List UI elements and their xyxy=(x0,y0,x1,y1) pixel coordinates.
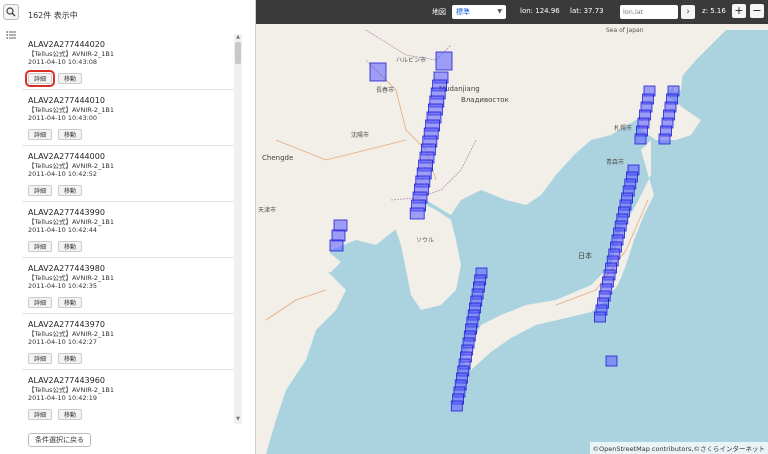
footprint-polygon[interactable] xyxy=(435,51,453,71)
label-shenyang: 沈陽市 xyxy=(351,131,369,139)
back-to-conditions-button[interactable]: 条件選択に戻る xyxy=(28,433,91,447)
label-sapporo: 札幌市 xyxy=(614,124,632,132)
list-item[interactable]: ALAV2A277444020 【Tellus公式】AVNIR-2_1B1 2011… xyxy=(22,34,234,90)
scene-date: 2011-04-10 10:42:52 xyxy=(28,170,98,178)
detail-button[interactable]: 詳細 xyxy=(28,185,53,196)
result-count: 162件 表示中 xyxy=(28,11,78,20)
footprint-polygon[interactable] xyxy=(333,219,348,232)
move-button[interactable]: 移動 xyxy=(58,241,83,252)
side-toolbar xyxy=(0,0,22,454)
list-item[interactable]: ALAV2A277443990 【Tellus公式】AVNIR-2_1B1 2011… xyxy=(22,202,234,258)
zoom-readout: z: 5.16 xyxy=(702,7,726,15)
footprint-polygon[interactable] xyxy=(409,207,425,220)
label-japan: 日本 xyxy=(578,251,592,260)
label-sea-of-japan: Sea of Japan xyxy=(606,27,644,34)
scroll-up-icon[interactable]: ▲ xyxy=(234,34,242,42)
move-button[interactable]: 移動 xyxy=(58,129,83,140)
list-item[interactable]: ALAV2A277443960 【Tellus公式】AVNIR-2_1B1 2011… xyxy=(22,370,234,424)
scene-id: ALAV2A277443960 xyxy=(28,376,105,385)
footprint-polygon[interactable] xyxy=(593,311,606,323)
detail-button[interactable]: 詳細 xyxy=(28,241,53,252)
chevron-down-icon: ▼ xyxy=(497,8,502,15)
scroll-down-icon[interactable]: ▼ xyxy=(234,416,242,424)
scene-product: 【Tellus公式】AVNIR-2_1B1 xyxy=(28,330,114,338)
footprint-polygon[interactable] xyxy=(605,355,618,367)
scene-date: 2011-04-10 10:42:19 xyxy=(28,394,98,402)
label-harbin: ハルビン市 xyxy=(396,56,426,64)
scene-product: 【Tellus公式】AVNIR-2_1B1 xyxy=(28,386,114,394)
results-panel: 162件 表示中 ALAV2A277444020 【Tellus公式】AVNIR-… xyxy=(0,0,256,454)
scene-id: ALAV2A277443990 xyxy=(28,208,105,217)
scene-product: 【Tellus公式】AVNIR-2_1B1 xyxy=(28,50,114,58)
list-icon[interactable] xyxy=(3,27,19,43)
list-item[interactable]: ALAV2A277444000 【Tellus公式】AVNIR-2_1B1 2011… xyxy=(22,146,234,202)
scene-id: ALAV2A277443980 xyxy=(28,264,105,273)
scene-product: 【Tellus公式】AVNIR-2_1B1 xyxy=(28,106,114,114)
detail-button[interactable]: 詳細 xyxy=(28,353,53,364)
land-korea xyxy=(394,200,461,310)
scene-date: 2011-04-10 10:42:27 xyxy=(28,338,98,346)
label-aomori: 青森市 xyxy=(606,158,624,166)
move-button[interactable]: 移動 xyxy=(58,185,83,196)
lon-lat-input[interactable]: lon,lat xyxy=(620,5,678,19)
footprint-polygon[interactable] xyxy=(634,133,647,145)
scene-id: ALAV2A277443970 xyxy=(28,320,105,329)
move-button[interactable]: 移動 xyxy=(58,353,83,364)
list-item[interactable]: ALAV2A277443980 【Tellus公式】AVNIR-2_1B1 2011… xyxy=(22,258,234,314)
footprint-polygon[interactable] xyxy=(450,400,463,412)
scene-date: 2011-04-10 10:42:35 xyxy=(28,282,98,290)
scene-date: 2011-04-10 10:43:00 xyxy=(28,114,98,122)
label-chengde: Chengde xyxy=(262,154,293,162)
go-button[interactable]: › xyxy=(681,5,695,19)
label-tianjin: 天津市 xyxy=(258,206,276,214)
scene-id: ALAV2A277444010 xyxy=(28,96,105,105)
footprint-polygon[interactable] xyxy=(369,62,387,82)
map-type-value: 標準 xyxy=(456,8,470,16)
scrollbar[interactable]: ▲ ▼ xyxy=(234,34,242,424)
footprint-polygon[interactable] xyxy=(658,133,671,145)
scroll-thumb[interactable] xyxy=(235,42,241,64)
move-button[interactable]: 移動 xyxy=(58,297,83,308)
lat-readout: lat: 37.73 xyxy=(570,7,604,15)
footprint-polygon[interactable] xyxy=(329,239,344,252)
lon-readout: lon: 124.96 xyxy=(520,7,560,15)
map-type-label: 地図 xyxy=(432,8,446,16)
map-view[interactable]: Sea of Japan ハルビン市 長春市 Mudanjiang Владив… xyxy=(256,0,768,454)
detail-button[interactable]: 詳細 xyxy=(28,129,53,140)
scene-date: 2011-04-10 10:42:44 xyxy=(28,226,98,234)
map-type-select[interactable]: 標準 ▼ xyxy=(452,5,506,19)
scene-id: ALAV2A277444020 xyxy=(28,40,105,49)
search-icon[interactable] xyxy=(3,4,19,20)
zoom-in-button[interactable]: + xyxy=(732,4,746,18)
results-list: ALAV2A277444020 【Tellus公式】AVNIR-2_1B1 2011… xyxy=(22,34,234,424)
detail-button[interactable]: 詳細 xyxy=(24,70,56,87)
scene-product: 【Tellus公式】AVNIR-2_1B1 xyxy=(28,218,114,226)
scene-date: 2011-04-10 10:43:08 xyxy=(28,58,98,66)
list-item[interactable]: ALAV2A277443970 【Tellus公式】AVNIR-2_1B1 2011… xyxy=(22,314,234,370)
list-item[interactable]: ALAV2A277444010 【Tellus公式】AVNIR-2_1B1 2011… xyxy=(22,90,234,146)
detail-button[interactable]: 詳細 xyxy=(28,297,53,308)
zoom-out-button[interactable]: − xyxy=(750,4,764,18)
scene-product: 【Tellus公式】AVNIR-2_1B1 xyxy=(28,162,114,170)
footprint-polygon[interactable] xyxy=(331,229,346,242)
scene-product: 【Tellus公式】AVNIR-2_1B1 xyxy=(28,274,114,282)
detail-button[interactable]: 詳細 xyxy=(28,409,53,420)
scene-id: ALAV2A277444000 xyxy=(28,152,105,161)
map-attribution: ©OpenStreetMap contributors,©さくらインターネット xyxy=(589,442,768,454)
label-seoul: ソウル xyxy=(416,236,434,244)
move-button[interactable]: 移動 xyxy=(58,409,83,420)
label-changchun: 長春市 xyxy=(376,86,394,94)
map-toolbar: 地図 標準 ▼ lon: 124.96 lat: 37.73 lon,lat ›… xyxy=(256,0,768,24)
move-button[interactable]: 移動 xyxy=(58,73,83,84)
map-canvas[interactable]: Sea of Japan ハルビン市 長春市 Mudanjiang Владив… xyxy=(256,0,768,454)
label-vladivostok: Владивосток xyxy=(461,96,509,104)
